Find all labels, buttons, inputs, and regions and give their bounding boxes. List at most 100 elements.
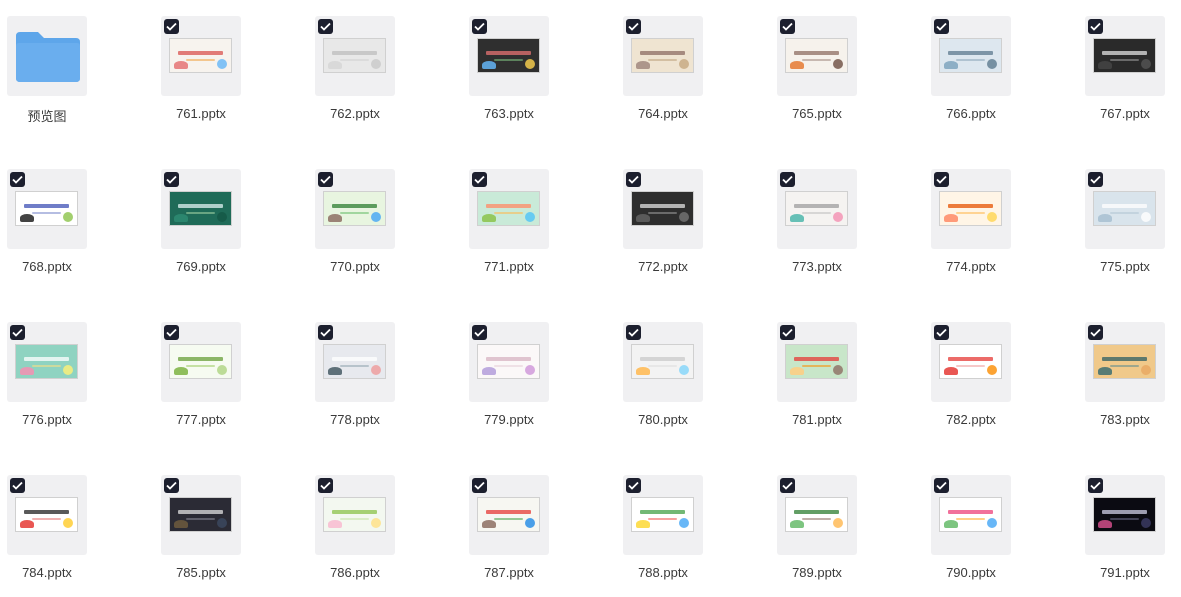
file-name-label: 769.pptx bbox=[176, 259, 226, 274]
pptx-thumbnail bbox=[15, 191, 78, 226]
thumbnail-title-bar bbox=[332, 204, 377, 208]
checkbox-checked-icon[interactable] bbox=[10, 325, 25, 340]
file-item[interactable]: 776.pptx bbox=[0, 306, 114, 456]
file-item[interactable]: 765.pptx bbox=[730, 0, 884, 150]
file-item[interactable]: 764.pptx bbox=[576, 0, 730, 150]
thumbnail-decoration bbox=[20, 367, 34, 375]
file-item[interactable]: 784.pptx bbox=[0, 459, 114, 597]
thumbnail-decoration bbox=[1098, 520, 1112, 528]
file-item[interactable]: 772.pptx bbox=[576, 153, 730, 303]
file-item[interactable]: 762.pptx bbox=[268, 0, 422, 150]
pptx-thumbnail bbox=[785, 344, 848, 379]
file-item[interactable]: 779.pptx bbox=[422, 306, 576, 456]
checkbox-checked-icon[interactable] bbox=[780, 19, 795, 34]
checkbox-checked-icon[interactable] bbox=[472, 19, 487, 34]
thumbnail-subtitle-bar bbox=[956, 59, 985, 61]
file-item[interactable]: 773.pptx bbox=[730, 153, 884, 303]
checkbox-checked-icon[interactable] bbox=[934, 19, 949, 34]
file-item[interactable]: 774.pptx bbox=[884, 153, 1038, 303]
checkbox-checked-icon[interactable] bbox=[10, 478, 25, 493]
checkbox-checked-icon[interactable] bbox=[318, 325, 333, 340]
thumbnail-decoration bbox=[63, 365, 73, 375]
file-item[interactable]: 777.pptx bbox=[114, 306, 268, 456]
file-name-label: 779.pptx bbox=[484, 412, 534, 427]
checkbox-checked-icon[interactable] bbox=[1088, 478, 1103, 493]
checkbox-checked-icon[interactable] bbox=[780, 172, 795, 187]
thumbnail-decoration bbox=[679, 365, 689, 375]
checkbox-checked-icon[interactable] bbox=[1088, 325, 1103, 340]
checkbox-checked-icon[interactable] bbox=[164, 478, 179, 493]
file-name-label: 785.pptx bbox=[176, 565, 226, 580]
file-item[interactable]: 782.pptx bbox=[884, 306, 1038, 456]
file-item[interactable]: 789.pptx bbox=[730, 459, 884, 597]
file-item[interactable]: 769.pptx bbox=[114, 153, 268, 303]
file-item[interactable]: 780.pptx bbox=[576, 306, 730, 456]
checkbox-checked-icon[interactable] bbox=[1088, 172, 1103, 187]
thumbnail-subtitle-bar bbox=[648, 518, 677, 520]
checkbox-checked-icon[interactable] bbox=[318, 19, 333, 34]
thumbnail-subtitle-bar bbox=[1110, 212, 1139, 214]
checkbox-checked-icon[interactable] bbox=[934, 325, 949, 340]
checkbox-checked-icon[interactable] bbox=[934, 478, 949, 493]
thumbnail-decoration bbox=[217, 212, 227, 222]
thumbnail-decoration bbox=[987, 59, 997, 69]
file-item[interactable]: 783.pptx bbox=[1038, 306, 1181, 456]
checkbox-checked-icon[interactable] bbox=[164, 325, 179, 340]
pptx-thumbnail bbox=[785, 38, 848, 73]
thumbnail-decoration bbox=[833, 59, 843, 69]
file-item[interactable]: 791.pptx bbox=[1038, 459, 1181, 597]
thumbnail-title-bar bbox=[948, 204, 993, 208]
file-item[interactable]: 771.pptx bbox=[422, 153, 576, 303]
file-item[interactable]: 788.pptx bbox=[576, 459, 730, 597]
file-name-label: 765.pptx bbox=[792, 106, 842, 121]
checkbox-checked-icon[interactable] bbox=[626, 478, 641, 493]
pptx-thumbnail bbox=[323, 38, 386, 73]
checkbox-checked-icon[interactable] bbox=[472, 325, 487, 340]
checkbox-checked-icon[interactable] bbox=[318, 172, 333, 187]
file-item[interactable]: 763.pptx bbox=[422, 0, 576, 150]
checkbox-checked-icon[interactable] bbox=[780, 325, 795, 340]
thumbnail-decoration bbox=[1098, 61, 1112, 69]
checkbox-checked-icon[interactable] bbox=[626, 172, 641, 187]
thumbnail-title-bar bbox=[486, 51, 531, 55]
checkbox-checked-icon[interactable] bbox=[10, 172, 25, 187]
file-item[interactable]: 778.pptx bbox=[268, 306, 422, 456]
thumbnail-decoration bbox=[63, 518, 73, 528]
thumbnail-decoration bbox=[636, 520, 650, 528]
file-item[interactable]: 766.pptx bbox=[884, 0, 1038, 150]
checkbox-checked-icon[interactable] bbox=[626, 325, 641, 340]
thumbnail-decoration bbox=[636, 61, 650, 69]
checkbox-checked-icon[interactable] bbox=[164, 172, 179, 187]
checkbox-checked-icon[interactable] bbox=[318, 478, 333, 493]
file-item[interactable]: 785.pptx bbox=[114, 459, 268, 597]
checkbox-checked-icon[interactable] bbox=[1088, 19, 1103, 34]
pptx-thumbnail bbox=[939, 497, 1002, 532]
file-item[interactable]: 787.pptx bbox=[422, 459, 576, 597]
checkbox-checked-icon[interactable] bbox=[164, 19, 179, 34]
checkbox-checked-icon[interactable] bbox=[626, 19, 641, 34]
file-item[interactable]: 786.pptx bbox=[268, 459, 422, 597]
checkbox-checked-icon[interactable] bbox=[472, 172, 487, 187]
pptx-thumbnail bbox=[15, 344, 78, 379]
thumbnail-decoration bbox=[482, 520, 496, 528]
file-item[interactable]: 790.pptx bbox=[884, 459, 1038, 597]
file-item[interactable]: 770.pptx bbox=[268, 153, 422, 303]
file-item[interactable]: 761.pptx bbox=[114, 0, 268, 150]
file-item[interactable]: 768.pptx bbox=[0, 153, 114, 303]
thumbnail-decoration bbox=[525, 365, 535, 375]
file-item[interactable]: 767.pptx bbox=[1038, 0, 1181, 150]
checkbox-checked-icon[interactable] bbox=[472, 478, 487, 493]
file-name-label: 780.pptx bbox=[638, 412, 688, 427]
file-name-label: 771.pptx bbox=[484, 259, 534, 274]
file-item[interactable]: 781.pptx bbox=[730, 306, 884, 456]
thumbnail-title-bar bbox=[178, 204, 223, 208]
file-name-label: 762.pptx bbox=[330, 106, 380, 121]
thumbnail-title-bar bbox=[1102, 510, 1147, 514]
checkbox-checked-icon[interactable] bbox=[780, 478, 795, 493]
file-item[interactable]: 775.pptx bbox=[1038, 153, 1181, 303]
checkbox-checked-icon[interactable] bbox=[934, 172, 949, 187]
thumbnail-subtitle-bar bbox=[494, 59, 523, 61]
thumbnail-subtitle-bar bbox=[1110, 59, 1139, 61]
pptx-thumbnail bbox=[1093, 497, 1156, 532]
thumbnail-decoration bbox=[328, 520, 342, 528]
